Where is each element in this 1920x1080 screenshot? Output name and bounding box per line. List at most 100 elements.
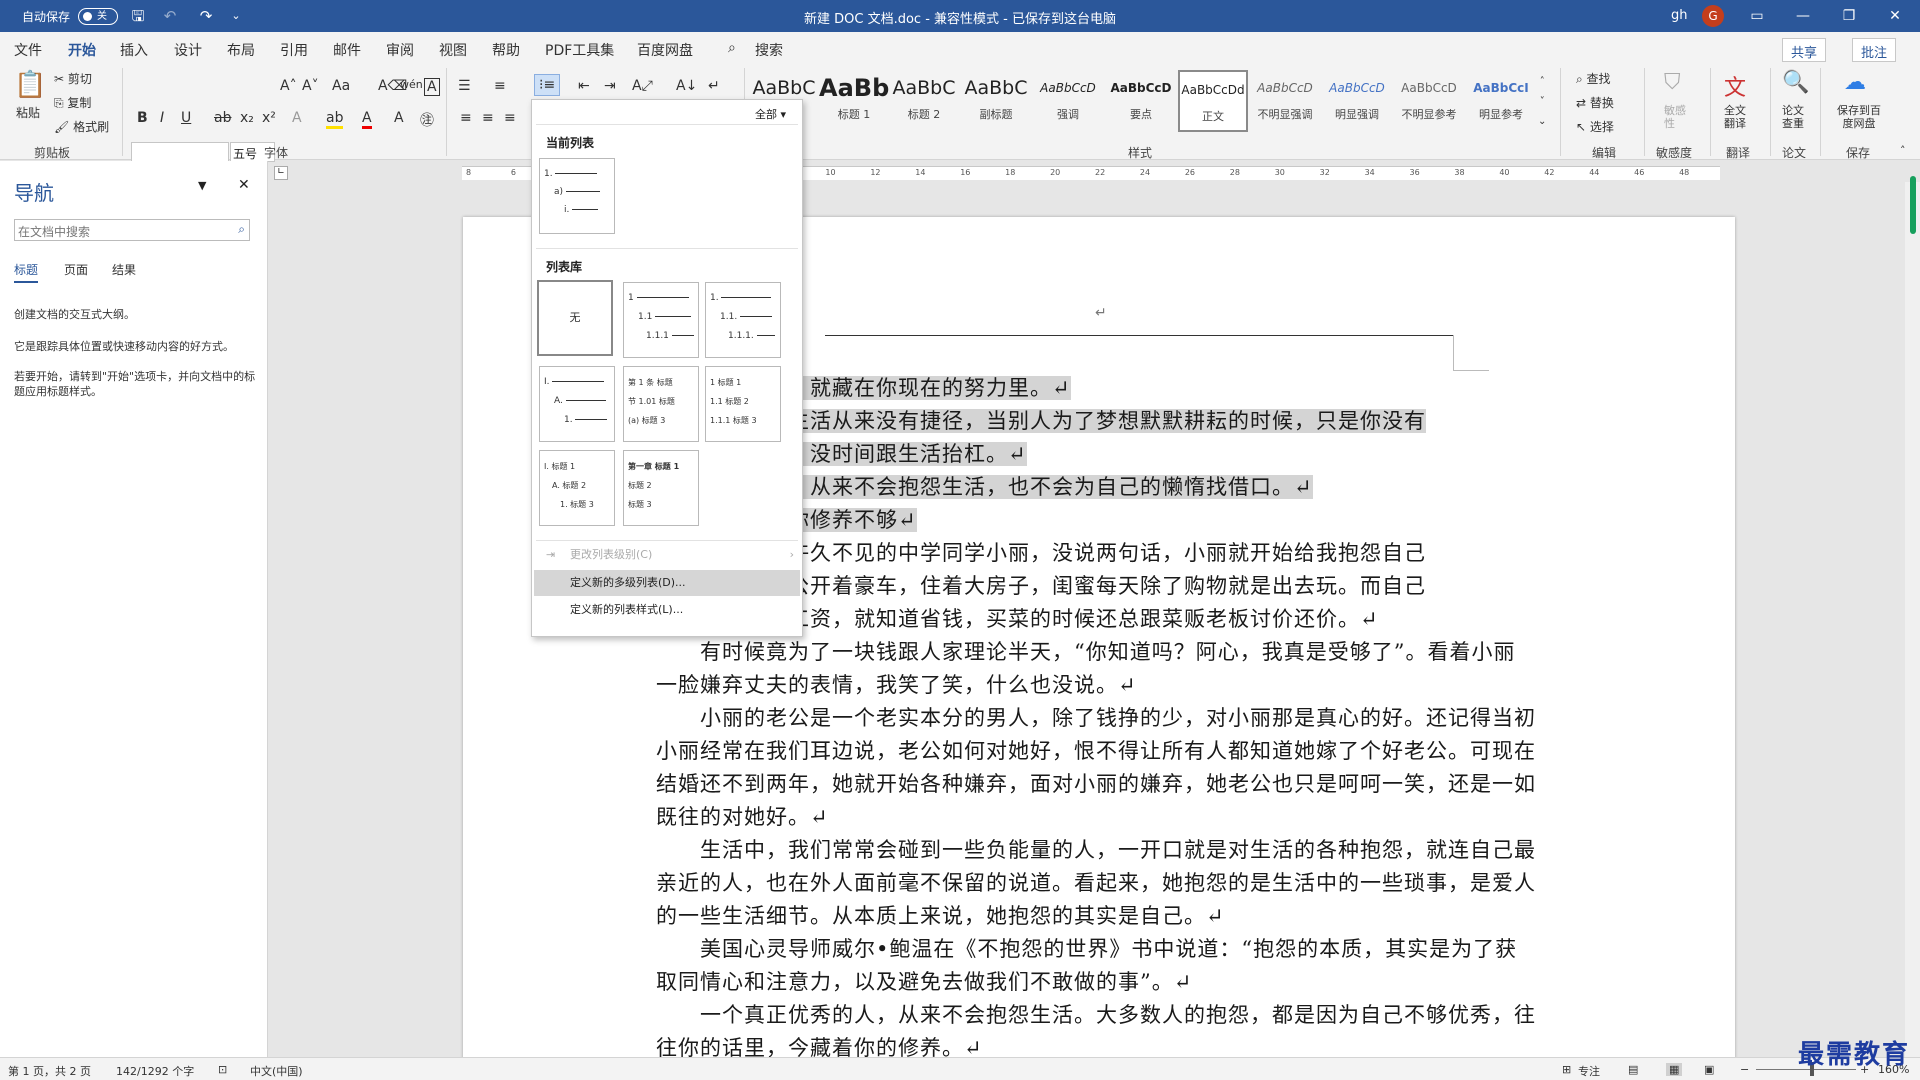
style-emphasis[interactable]: AaBbCcD 强调 [1033, 70, 1103, 132]
style-subtle-emphasis[interactable]: AaBbCcD 不明显强调 [1250, 70, 1320, 132]
web-layout-icon[interactable]: ▣ [1704, 1063, 1714, 1076]
nav-tab-headings[interactable]: 标题 [14, 261, 39, 283]
doc-line-17[interactable]: 的一些生活细节。从本质上来说，她抱怨的其实是自己。↵ [656, 900, 1542, 933]
bold-icon[interactable]: B [137, 110, 148, 126]
chinese-layout-icon[interactable]: A⤢ [632, 78, 653, 94]
nav-options-icon[interactable]: ▼ [198, 179, 206, 192]
paper-check-button[interactable]: 论文查重 [1782, 104, 1808, 130]
list-library-item-5[interactable]: 1 标题 1 1.1 标题 2 1.1.1 标题 3 [705, 366, 781, 442]
doc-line-15[interactable]: 生活中，我们常常会碰到一些负能量的人，一开口就是对生活的各种抱怨，就连自己最 [656, 834, 1542, 867]
shrink-font-icon[interactable]: A˅ [302, 78, 319, 94]
define-list-style-item[interactable]: 定义新的列表样式(L)... [534, 597, 800, 623]
style-heading-1[interactable]: AaBb 标题 1 [819, 70, 889, 132]
style-intense-emphasis[interactable]: AaBbCcD 明显强调 [1322, 70, 1392, 132]
list-library-item-6[interactable]: I. 标题 1 A. 标题 2 1. 标题 3 [539, 450, 615, 526]
list-library-item-7[interactable]: 第一章 标题 1 标题 2 标题 3 [623, 450, 699, 526]
tab-home[interactable]: 开始 [66, 40, 98, 67]
zoom-out-icon[interactable]: − [1740, 1063, 1749, 1076]
focus-mode[interactable]: 专注 [1578, 1063, 1600, 1079]
doc-line-20[interactable]: 一个真正优秀的人，从来不会抱怨生活。大多数人的抱怨，都是因为自己不够优秀，往 [656, 999, 1542, 1032]
highlight-icon[interactable]: ab [326, 110, 344, 129]
tab-layout[interactable]: 布局 [227, 40, 255, 60]
decrease-indent-icon[interactable]: ⇤ [578, 78, 590, 94]
change-list-level-item[interactable]: ⇥ 更改列表级别(C) › [534, 542, 800, 568]
list-library-item-2[interactable]: 1. 1.1. 1.1.1. [705, 282, 781, 358]
doc-line-10[interactable]: 一脸嫌弃丈夫的表情，我笑了笑，什么也没说。↵ [656, 669, 1542, 702]
save-to-baidu-button[interactable]: 保存到百度网盘 [1834, 104, 1884, 130]
subscript-icon[interactable]: x₂ [240, 110, 254, 126]
restore-button[interactable]: ❐ [1826, 0, 1872, 32]
proofing-icon[interactable]: ⊡ [218, 1063, 227, 1076]
format-painter-button[interactable]: 🖌 格式刷 [54, 118, 109, 135]
doc-line-16[interactable]: 亲近的人，也在外人面前毫不保留的说道。看起来，她抱怨的是生活中的一些琐事，是爱人 [656, 867, 1542, 900]
superscript-icon[interactable]: x² [262, 110, 276, 126]
doc-line-12[interactable]: 小丽经常在我们耳边说，老公如何对她好，恨不得让所有人都知道她嫁了个好老公。可现在 [656, 735, 1542, 768]
list-filter-dropdown[interactable]: 全部 ▾ [755, 106, 786, 122]
search-label[interactable]: 搜索 [755, 40, 783, 60]
font-name-field[interactable] [131, 142, 229, 162]
cut-button[interactable]: ✂ 剪切 [54, 70, 92, 87]
styles-scroll-icon[interactable]: ˄ ˅ ⌄ [1538, 72, 1546, 132]
vertical-scrollbar[interactable] [1905, 182, 1920, 1057]
collapse-ribbon-icon[interactable]: ˄ [1900, 144, 1906, 157]
tab-references[interactable]: 引用 [280, 40, 308, 60]
copy-button[interactable]: ⎘ 复制 [54, 94, 91, 111]
doc-line-19[interactable]: 取同情心和注意力，以及避免去做我们不敢做的事”。↵ [656, 966, 1542, 999]
tab-pdf-tools[interactable]: PDF工具集 [545, 40, 614, 60]
list-library-item-1[interactable]: 1 1.1 1.1.1 [623, 282, 699, 358]
paste-label[interactable]: 粘贴 [16, 104, 40, 121]
list-library-item-4[interactable]: 第 1 条 标题 节 1.01 标题 (a) 标题 3 [623, 366, 699, 442]
font-color-icon[interactable]: A [362, 110, 372, 129]
tab-file[interactable]: 文件 [14, 40, 42, 60]
doc-line-18[interactable]: 美国心灵导师威尔•鲍温在《不抱怨的世界》书中说道：“抱怨的本质，其实是为了获 [656, 933, 1542, 966]
list-none[interactable]: 无 [537, 280, 613, 356]
ribbon-display-icon[interactable]: ▭ [1734, 0, 1780, 32]
text-effects-icon[interactable]: A [292, 110, 302, 126]
translate-button[interactable]: 全文翻译 [1724, 104, 1750, 130]
nav-tab-pages[interactable]: 页面 [64, 261, 88, 278]
char-border-icon[interactable]: A [424, 78, 440, 96]
language-status[interactable]: 中文(中国) [250, 1063, 303, 1079]
find-button[interactable]: ⌕ 查找 [1576, 70, 1611, 87]
align-left-icon[interactable]: ≡ [460, 110, 472, 126]
nav-search-input[interactable]: 在文档中搜索 ⌕ [14, 219, 250, 241]
tab-selector-icon[interactable]: ∟ [274, 166, 288, 180]
search-icon[interactable]: ⌕ [728, 40, 736, 56]
tab-mailings[interactable]: 邮件 [333, 40, 361, 60]
word-count[interactable]: 142/1292 个字 [116, 1063, 194, 1079]
minimize-button[interactable]: — [1780, 0, 1826, 32]
paste-icon[interactable]: 📋 [14, 70, 46, 100]
doc-line-14[interactable]: 既往的对她好。↵ [656, 801, 1542, 834]
align-right-icon[interactable]: ≡ [504, 110, 516, 126]
char-shading-icon[interactable]: A [394, 110, 404, 126]
page-count[interactable]: 第 1 页，共 2 页 [8, 1063, 91, 1079]
current-list-thumbnail[interactable]: 1. a) i. [539, 158, 615, 234]
sort-icon[interactable]: A↓ [676, 78, 697, 94]
doc-line-11[interactable]: 小丽的老公是一个老实本分的男人，除了钱挣的少，对小丽那是真心的好。还记得当初 [656, 702, 1542, 735]
phonetic-guide-icon[interactable]: wén [400, 78, 423, 91]
tab-insert[interactable]: 插入 [120, 40, 148, 60]
nav-close-icon[interactable]: ✕ [238, 177, 250, 193]
list-library-item-3[interactable]: I. A. 1. [539, 366, 615, 442]
tab-help[interactable]: 帮助 [492, 40, 520, 60]
comments-button[interactable]: 批注 [1852, 38, 1897, 62]
tab-design[interactable]: 设计 [174, 40, 202, 60]
close-button[interactable]: ✕ [1872, 0, 1918, 32]
style-strong[interactable]: AaBbCcD 要点 [1106, 70, 1176, 132]
avatar[interactable]: G [1702, 5, 1724, 27]
style-intense-reference[interactable]: AaBbCcI 明显参考 [1466, 70, 1536, 132]
doc-line-9[interactable]: 有时候竟为了一块钱跟人家理论半天，“你知道吗？阿心，我真是受够了”。看着小丽 [656, 636, 1542, 669]
define-multilevel-list-item[interactable]: 定义新的多级列表(D)... [534, 570, 800, 596]
increase-indent-icon[interactable]: ⇥ [604, 78, 616, 94]
italic-icon[interactable]: I [160, 110, 164, 126]
align-center-icon[interactable]: ≡ [482, 110, 494, 126]
scrollbar-thumb[interactable] [1910, 176, 1916, 234]
tab-review[interactable]: 审阅 [386, 40, 414, 60]
style-subtitle[interactable]: AaBbC 副标题 [961, 70, 1031, 132]
doc-line-21[interactable]: 往你的话里，今藏着你的修养。↵ [656, 1032, 1542, 1057]
read-mode-icon[interactable]: ▤ [1628, 1063, 1638, 1076]
grow-font-icon[interactable]: A˄ [280, 78, 297, 94]
select-button[interactable]: ↖ 选择 [1576, 118, 1614, 135]
enclose-char-icon[interactable]: ㊟ [420, 110, 434, 130]
numbering-icon[interactable]: ≡ [494, 78, 506, 94]
